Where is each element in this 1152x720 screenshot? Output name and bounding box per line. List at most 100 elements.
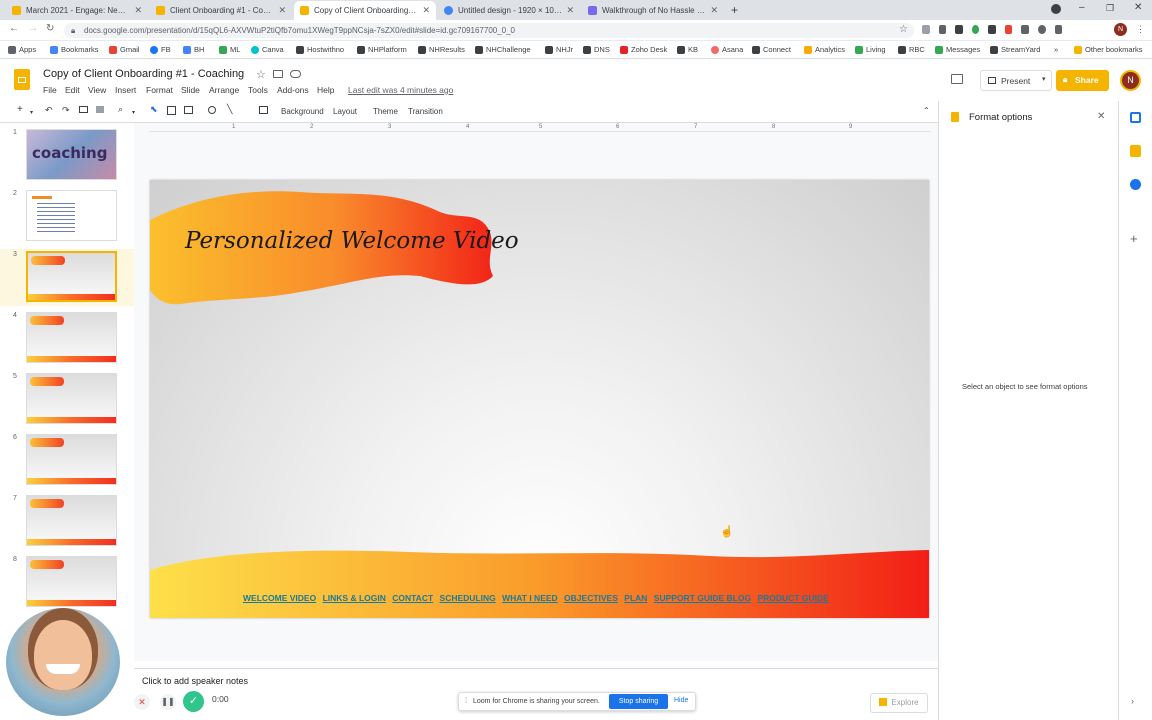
extension-icon[interactable] (1021, 25, 1029, 34)
bookmark-star-icon[interactable]: ☆ (899, 24, 908, 35)
nav-link-scheduling[interactable]: SCHEDULING (440, 593, 496, 603)
slide-thumbnail-selected[interactable] (26, 251, 117, 302)
drag-handle-icon[interactable]: ⁞ (465, 696, 467, 705)
nav-link-links-login[interactable]: LINKS & LOGIN (323, 593, 386, 603)
bookmark-item[interactable]: NHPlatform (357, 45, 407, 54)
collapse-toolbar-icon[interactable]: ⌃ (923, 106, 930, 115)
stop-sharing-button[interactable]: Stop sharing (609, 694, 668, 709)
slide-thumbnail[interactable] (26, 495, 117, 546)
slide-thumbnail[interactable] (26, 434, 117, 485)
pause-icon[interactable]: ❚❚ (160, 694, 176, 710)
extension-icon[interactable] (1037, 25, 1046, 34)
dropdown-arrow-icon[interactable]: ▾ (30, 109, 33, 116)
zoom-icon[interactable]: ⌕ (118, 104, 123, 115)
menu-help[interactable]: Help (317, 85, 334, 95)
puzzle-icon[interactable] (1054, 25, 1063, 34)
cancel-recording-icon[interactable]: ✕ (134, 694, 150, 710)
theme-button[interactable]: Theme (373, 107, 398, 116)
close-icon[interactable]: ✕ (566, 5, 574, 16)
bookmark-item[interactable]: Analytics (804, 45, 845, 54)
window-close-icon[interactable]: ✕ (1134, 2, 1142, 13)
menu-edit[interactable]: Edit (65, 85, 80, 95)
menu-tools[interactable]: Tools (248, 85, 268, 95)
bookmark-item[interactable]: Gmail (109, 45, 140, 54)
nav-link-welcome-video[interactable]: WELCOME VIDEO (243, 593, 316, 603)
nav-link-plan[interactable]: PLAN (624, 593, 647, 603)
bookmark-item[interactable]: Hostwithno (296, 45, 344, 54)
profile-avatar-icon[interactable]: N (1114, 23, 1127, 36)
bookmark-item[interactable]: NHChallenge (475, 45, 531, 54)
browser-tab[interactable]: Walkthrough of No Hassle Mem ✕ (582, 1, 724, 20)
present-button[interactable]: Present ▾ (980, 70, 1052, 91)
paint-format-icon[interactable] (96, 106, 104, 113)
slide-thumbnail[interactable] (26, 556, 117, 607)
chrome-menu-icon[interactable]: ⋮ (1136, 24, 1145, 35)
reload-icon[interactable]: ↻ (46, 23, 54, 34)
redo-icon[interactable]: ↷ (62, 105, 70, 116)
transition-button[interactable]: Transition (408, 107, 443, 116)
bookmarks-overflow-icon[interactable]: » (1054, 45, 1058, 54)
user-avatar[interactable]: N (1120, 70, 1141, 91)
close-icon[interactable]: ✕ (710, 5, 718, 16)
menu-file[interactable]: File (43, 85, 57, 95)
comment-icon[interactable] (259, 106, 268, 114)
star-icon[interactable]: ☆ (256, 68, 266, 81)
speaker-notes-placeholder[interactable]: Click to add speaker notes (142, 676, 248, 686)
menu-slide[interactable]: Slide (181, 85, 200, 95)
print-icon[interactable] (79, 106, 88, 113)
bookmark-item[interactable]: StreamYard (990, 45, 1040, 54)
slide-thumbnail[interactable]: coaching (26, 129, 117, 180)
profile-menu-icon[interactable] (1051, 4, 1061, 14)
select-cursor-icon[interactable]: ⬉ (150, 104, 158, 115)
text-box-icon[interactable] (167, 106, 176, 115)
back-icon[interactable]: ← (9, 23, 19, 34)
nav-link-product-guide[interactable]: PRODUCT GUIDE (757, 593, 828, 603)
browser-tab[interactable]: Client Onboarding #1 - Coaching✕ (150, 1, 292, 20)
bookmark-item[interactable]: BH (183, 45, 204, 54)
expand-panel-icon[interactable]: › (1131, 696, 1134, 706)
nav-link-objectives[interactable]: OBJECTIVES (564, 593, 618, 603)
new-slide-icon[interactable]: + (17, 104, 23, 115)
close-icon[interactable]: ✕ (134, 5, 142, 16)
menu-view[interactable]: View (88, 85, 106, 95)
nav-link-support-guide-blog[interactable]: SUPPORT GUIDE BLOG (654, 593, 751, 603)
bookmark-item[interactable]: Messages (935, 45, 980, 54)
slide-thumbnail[interactable] (26, 312, 117, 363)
webcam-bubble[interactable] (6, 608, 120, 716)
dropdown-arrow-icon[interactable]: ▾ (132, 109, 135, 116)
bookmark-item[interactable]: Living (855, 45, 886, 54)
slide-title[interactable]: Personalized Welcome Video (185, 228, 519, 254)
shape-icon[interactable] (208, 106, 216, 114)
bookmark-item[interactable]: Connect (752, 45, 791, 54)
browser-tab[interactable]: Untitled design - 1920 × 1080px ✕ (438, 1, 580, 20)
bookmark-item[interactable]: FB (150, 45, 171, 54)
tasks-icon[interactable] (1130, 179, 1141, 190)
undo-icon[interactable]: ↶ (45, 105, 53, 116)
browser-tab-active[interactable]: Copy of Client Onboarding #1 - ✕ (294, 1, 436, 20)
calendar-icon[interactable] (1130, 112, 1141, 123)
browser-tab[interactable]: March 2021 - Engage: New Client✕ (6, 1, 148, 20)
close-icon[interactable]: ✕ (278, 5, 286, 16)
bookmark-item[interactable]: NHResults (418, 45, 465, 54)
bookmark-item[interactable]: ML (219, 45, 240, 54)
menu-insert[interactable]: Insert (115, 85, 136, 95)
explore-button[interactable]: Explore (870, 693, 928, 713)
keep-icon[interactable] (1130, 145, 1141, 157)
slides-logo-icon[interactable] (14, 69, 30, 90)
new-tab-icon[interactable]: + (731, 3, 738, 17)
extension-icon[interactable] (938, 25, 947, 34)
slide-thumbnail[interactable] (26, 190, 117, 241)
menu-arrange[interactable]: Arrange (209, 85, 239, 95)
line-icon[interactable]: ╲ (227, 104, 232, 115)
background-button[interactable]: Background (281, 107, 324, 116)
extension-icon[interactable] (988, 25, 996, 34)
nav-link-what-i-need[interactable]: WHAT I NEED (502, 593, 558, 603)
url-bar[interactable]: 🔒︎ docs.google.com/presentation/d/15qQL6… (64, 23, 914, 38)
restore-icon[interactable]: ❐ (1106, 3, 1114, 14)
move-folder-icon[interactable] (273, 70, 283, 78)
bookmark-item[interactable]: RBC (898, 45, 925, 54)
bookmark-item[interactable]: DNS (583, 45, 610, 54)
menu-addons[interactable]: Add-ons (277, 85, 309, 95)
finish-recording-icon[interactable]: ✓ (183, 691, 204, 712)
slide-thumbnail[interactable] (26, 373, 117, 424)
